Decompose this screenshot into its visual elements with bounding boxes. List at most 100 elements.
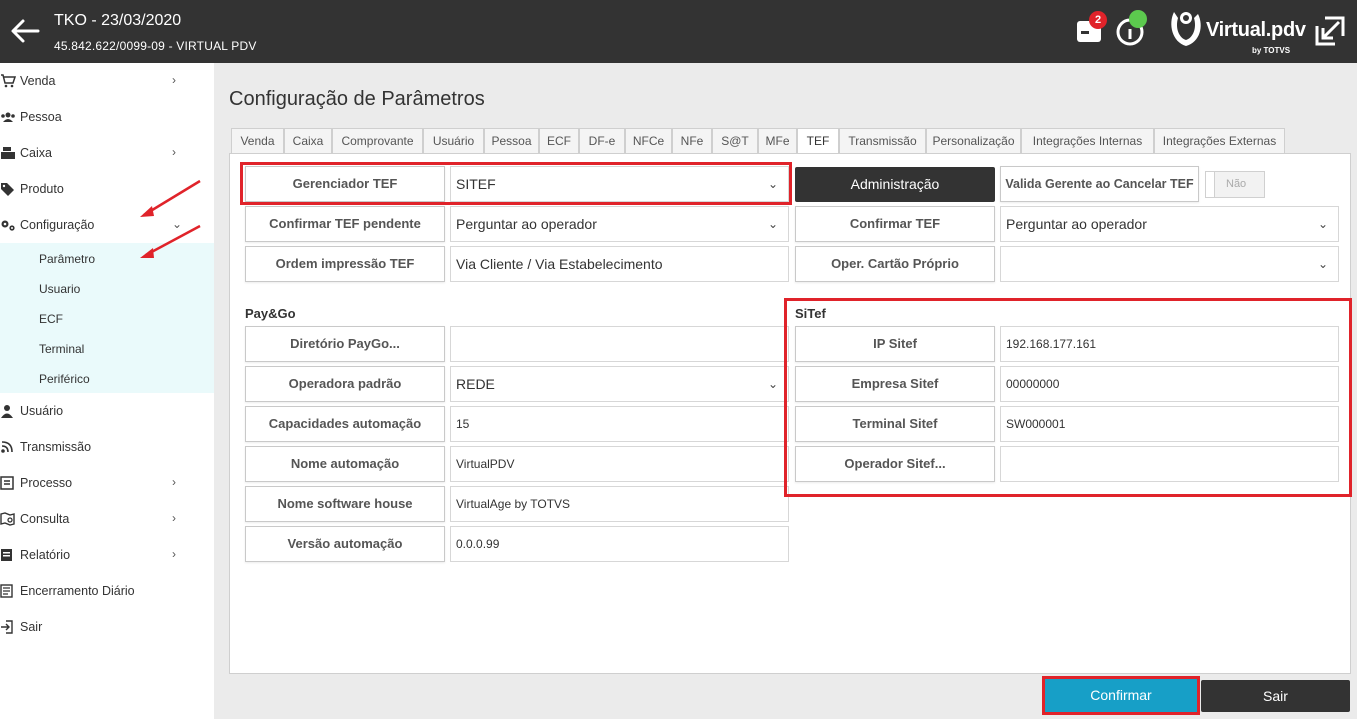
- ip-sitef-label: IP Sitef: [795, 326, 995, 362]
- list-icon: [0, 584, 16, 598]
- gerenciador-tef-select[interactable]: SITEF ⌄: [450, 166, 789, 202]
- operador-sitef-button[interactable]: Operador Sitef...: [795, 446, 995, 482]
- nome-automacao-label: Nome automação: [245, 446, 445, 482]
- top-bar: TKO - 23/03/2020 45.842.622/0099-09 - VI…: [0, 0, 1357, 63]
- chevron-right-icon: ›: [172, 145, 176, 159]
- chevron-down-icon: ⌄: [767, 217, 778, 231]
- tab-ecf[interactable]: ECF: [539, 128, 579, 154]
- cart-icon: [0, 74, 17, 88]
- exit-fullscreen-icon[interactable]: [1313, 14, 1347, 48]
- submenu-item-terminal[interactable]: Terminal: [39, 342, 84, 356]
- versao-automacao-label: Versão automação: [245, 526, 445, 562]
- gerenciador-tef-value: SITEF: [456, 176, 496, 192]
- tab-usuario[interactable]: Usuário: [423, 128, 484, 154]
- chevron-right-icon: ›: [172, 475, 176, 489]
- tab-integracoes-externas[interactable]: Integrações Externas: [1154, 128, 1285, 154]
- software-house-label: Nome software house: [245, 486, 445, 522]
- gears-icon: [0, 218, 16, 232]
- process-icon: [0, 476, 16, 490]
- sidebar-item-venda[interactable]: Venda ›: [0, 63, 214, 99]
- cash-register-icon: [0, 146, 16, 160]
- submenu-item-usuario[interactable]: Usuario: [39, 282, 80, 296]
- sidebar-item-sair[interactable]: Sair: [0, 609, 214, 645]
- tab-nfce[interactable]: NFCe: [625, 128, 672, 154]
- diretorio-paygo-field[interactable]: [450, 326, 789, 362]
- confirmar-tef-pendente-select[interactable]: Perguntar ao operador ⌄: [450, 206, 789, 242]
- ordem-impressao-select[interactable]: Via Cliente / Via Estabelecimento: [450, 246, 789, 282]
- tab-tef[interactable]: TEF: [797, 128, 839, 156]
- chevron-right-icon: ›: [172, 73, 176, 87]
- user-icon: [0, 404, 16, 418]
- sidebar-item-produto[interactable]: Produto: [0, 171, 214, 207]
- capacidades-automacao-label: Capacidades automação: [245, 406, 445, 442]
- tab-personalizacao[interactable]: Personalização: [926, 128, 1021, 154]
- store-title: TKO - 23/03/2020: [54, 12, 182, 29]
- tab-mfe[interactable]: MFe: [758, 128, 797, 154]
- sidebar-item-pessoa[interactable]: Pessoa: [0, 99, 214, 135]
- tab-transmissao[interactable]: Transmissão: [839, 128, 926, 154]
- terminal-sitef-field[interactable]: SW000001: [1000, 406, 1339, 442]
- sidebar-item-consulta[interactable]: Consulta ›: [0, 501, 214, 537]
- chevron-down-icon: ⌄: [1317, 257, 1328, 271]
- tab-comprovante[interactable]: Comprovante: [332, 128, 423, 154]
- sair-button[interactable]: Sair: [1201, 680, 1350, 712]
- valida-gerente-label: Valida Gerente ao Cancelar TEF: [1000, 166, 1199, 202]
- operadora-padrao-label: Operadora padrão: [245, 366, 445, 402]
- confirmar-tef-select[interactable]: Perguntar ao operador ⌄: [1000, 206, 1339, 242]
- sidebar-item-relatorio[interactable]: Relatório ›: [0, 537, 214, 573]
- virtualpdv-logo: Virtual.pdv by TOTVS: [1166, 4, 1306, 60]
- sidebar-item-encerramento[interactable]: Encerramento Diário: [0, 573, 214, 609]
- sitef-section-title: SiTef: [795, 306, 826, 321]
- nome-automacao-field[interactable]: VirtualPDV: [450, 446, 789, 482]
- operadora-padrao-value: REDE: [456, 376, 495, 392]
- tab-dfe[interactable]: DF-e: [579, 128, 625, 154]
- capacidades-automacao-field[interactable]: 15: [450, 406, 789, 442]
- company-subtitle: 45.842.622/0099-09 - VIRTUAL PDV: [54, 39, 257, 53]
- tab-caixa[interactable]: Caixa: [284, 128, 332, 154]
- signal-icon: [0, 440, 16, 454]
- tab-sat[interactable]: S@T: [712, 128, 758, 154]
- cartao-proprio-select[interactable]: ⌄: [1000, 246, 1339, 282]
- gerenciador-tef-label: Gerenciador TEF: [245, 166, 445, 202]
- people-icon: [0, 110, 16, 124]
- confirmar-tef-label: Confirmar TEF: [795, 206, 995, 242]
- ordem-impressao-value: Via Cliente / Via Estabelecimento: [456, 256, 663, 272]
- versao-automacao-field[interactable]: 0.0.0.99: [450, 526, 789, 562]
- submenu-item-periferico[interactable]: Periférico: [39, 372, 90, 386]
- sidebar-item-usuario[interactable]: Usuário: [0, 393, 214, 429]
- sidebar-item-configuracao[interactable]: Configuração ⌄: [0, 207, 214, 243]
- operadora-padrao-select[interactable]: REDE ⌄: [450, 366, 789, 402]
- operador-sitef-field[interactable]: [1000, 446, 1339, 482]
- page-title: Configuração de Parâmetros: [229, 88, 485, 110]
- software-house-field[interactable]: VirtualAge by TOTVS: [450, 486, 789, 522]
- sidebar: Venda › Pessoa Caixa › Produto Configura…: [0, 63, 214, 719]
- sidebar-item-caixa[interactable]: Caixa ›: [0, 135, 214, 171]
- chevron-down-icon: ⌄: [767, 177, 778, 191]
- tab-venda[interactable]: Venda: [231, 128, 284, 154]
- chevron-right-icon: ›: [172, 511, 176, 525]
- tab-pessoa[interactable]: Pessoa: [484, 128, 539, 154]
- online-status-dot: [1129, 10, 1147, 28]
- diretorio-paygo-button[interactable]: Diretório PayGo...: [245, 326, 445, 362]
- confirmar-button[interactable]: Confirmar: [1045, 679, 1197, 712]
- submenu-item-ecf[interactable]: ECF: [39, 312, 63, 326]
- tab-integracoes-internas[interactable]: Integrações Internas: [1021, 128, 1154, 154]
- tab-nfe[interactable]: NFe: [672, 128, 712, 154]
- empresa-sitef-field[interactable]: 00000000: [1000, 366, 1339, 402]
- confirmar-tef-pendente-label: Confirmar TEF pendente: [245, 206, 445, 242]
- terminal-sitef-label: Terminal Sitef: [795, 406, 995, 442]
- administracao-button[interactable]: Administração: [795, 167, 995, 202]
- map-icon: [0, 512, 16, 526]
- chevron-right-icon: ›: [172, 547, 176, 561]
- confirmar-tef-pendente-value: Perguntar ao operador: [456, 216, 597, 232]
- ordem-impressao-label: Ordem impressão TEF: [245, 246, 445, 282]
- ip-sitef-field[interactable]: 192.168.177.161: [1000, 326, 1339, 362]
- valida-gerente-toggle[interactable]: Não: [1205, 171, 1265, 198]
- sidebar-item-processo[interactable]: Processo ›: [0, 465, 214, 501]
- chevron-down-icon: ⌄: [1317, 217, 1328, 231]
- cartao-proprio-label: Oper. Cartão Próprio: [795, 246, 995, 282]
- submenu-item-parametro[interactable]: Parâmetro: [39, 252, 95, 266]
- report-icon: [0, 548, 16, 562]
- sidebar-item-transmissao[interactable]: Transmissão: [0, 429, 214, 465]
- back-arrow-icon[interactable]: [8, 14, 42, 48]
